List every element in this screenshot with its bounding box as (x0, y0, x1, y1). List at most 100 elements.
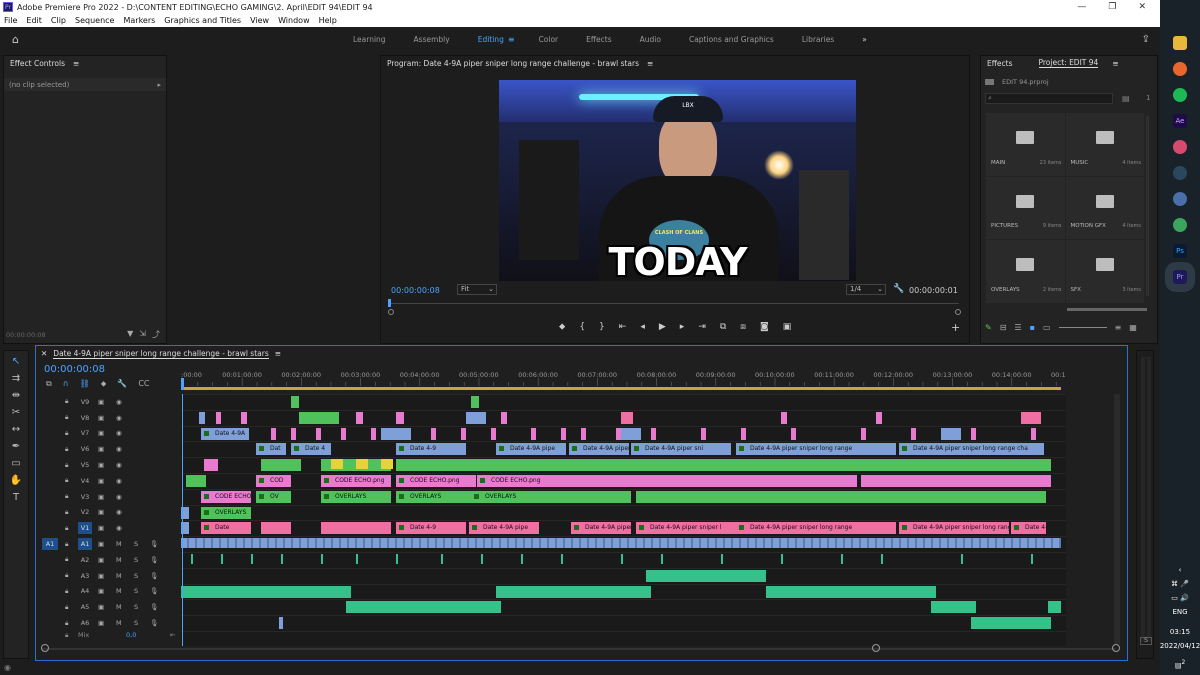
sync-lock-icon[interactable]: ▣ (98, 572, 104, 580)
sync-lock-icon[interactable]: ▣ (98, 445, 104, 453)
mic-icon[interactable]: 🎙︎ (150, 572, 158, 580)
sync-lock-icon[interactable]: ▣ (98, 587, 104, 595)
mic-icon[interactable]: 🎙︎ (150, 587, 158, 595)
clip[interactable]: CODE ECHO.png (396, 475, 476, 487)
extract-icon[interactable]: ⧈ (740, 322, 746, 332)
track-select-tool-icon[interactable]: ⇉ (12, 373, 20, 384)
sync-lock-icon[interactable]: ▣ (98, 524, 104, 532)
workspace-tab-effects[interactable]: Effects (572, 35, 626, 44)
audio-clip[interactable] (396, 554, 398, 564)
after-effects-icon[interactable]: Ae (1173, 114, 1187, 128)
type-tool-icon[interactable]: T (13, 492, 19, 503)
share-icon[interactable]: ⇪ (1142, 34, 1150, 45)
program-playhead[interactable] (388, 299, 391, 307)
clip[interactable]: OVERLAYS (201, 506, 251, 519)
chrome-canary-icon[interactable] (1173, 140, 1187, 154)
mix-value[interactable]: 0,0 (126, 631, 136, 639)
audio-clip[interactable] (321, 554, 323, 564)
audio-clip[interactable] (931, 601, 976, 614)
add-button-icon[interactable]: + (951, 321, 960, 334)
solo-button[interactable]: S (134, 619, 138, 627)
mark-in-icon[interactable]: { (579, 322, 585, 332)
clip[interactable]: Date 4-9A piper sniper l (636, 522, 736, 535)
eye-icon[interactable]: ◉ (116, 461, 122, 469)
mute-button[interactable]: M (116, 603, 122, 611)
clip[interactable]: OVERLAYS (396, 490, 471, 503)
lock-icon[interactable]: 🔒︎ (65, 508, 68, 517)
menu-window[interactable]: Window (278, 16, 310, 25)
chevron-up-icon[interactable]: ‹ (1179, 566, 1182, 574)
add-marker-icon[interactable]: ⬥ (101, 379, 107, 389)
track-area[interactable]: Date 4-9A Dat Date 4 Date 4-9 Date 4-9A pipe… (181, 394, 1066, 646)
sync-lock-icon[interactable]: ▣ (98, 493, 104, 501)
clip[interactable] (396, 459, 1051, 472)
timeline-zoom-handle-right[interactable] (1112, 644, 1120, 652)
workspace-tab-learning[interactable]: Learning (339, 35, 400, 44)
timeline-horizontal-scrollbar[interactable] (41, 648, 1116, 650)
clip[interactable] (461, 427, 466, 440)
project-search-input[interactable]: ⌕ (985, 93, 1113, 104)
clip[interactable]: CODE ECHO (201, 490, 251, 503)
language-indicator[interactable]: ENG (1172, 608, 1187, 616)
sync-lock-icon[interactable]: ▣ (98, 508, 104, 516)
program-playhead-timecode[interactable]: 00:00:00:08 (391, 286, 440, 295)
resolution-dropdown[interactable]: 1/4 ⌄ (846, 284, 886, 295)
clip[interactable]: Date 4-9 (1011, 522, 1046, 535)
captions-icon[interactable]: CC (138, 379, 149, 389)
clip[interactable] (371, 427, 376, 440)
clip[interactable] (1021, 411, 1041, 424)
clip[interactable] (431, 427, 436, 440)
sync-lock-icon[interactable]: ▣ (98, 414, 104, 422)
workspace-tab-audio[interactable]: Audio (626, 35, 675, 44)
clip[interactable] (466, 411, 486, 424)
bin-tile[interactable]: MAIN 23 items (986, 113, 1065, 176)
clip[interactable] (321, 522, 391, 535)
panel-menu-icon[interactable]: ≡ (275, 349, 281, 359)
project-vertical-scrollbar[interactable] (1146, 116, 1149, 296)
sync-lock-icon[interactable]: ▣ (98, 398, 104, 406)
track-target[interactable]: A5 (78, 601, 92, 613)
clip[interactable]: Dat (256, 443, 286, 456)
clip[interactable] (199, 411, 205, 424)
workspace-tab-color[interactable]: Color (525, 35, 573, 44)
lock-icon[interactable]: 🔒︎ (65, 476, 68, 485)
pen-tool-icon[interactable]: ✒ (12, 441, 20, 452)
clip[interactable] (186, 475, 206, 487)
lock-icon[interactable]: ⊟ (1000, 323, 1007, 332)
clip[interactable]: Date 4-9A piper sni (569, 443, 629, 456)
home-icon[interactable]: ⌂ (12, 33, 19, 46)
network-volume-icons[interactable]: ▭ 🔊 (1171, 594, 1189, 602)
track-target[interactable]: V8 (78, 412, 92, 424)
maximize-button[interactable]: ❐ (1108, 2, 1116, 12)
icon-view-icon[interactable]: ▪ (1030, 323, 1035, 332)
audio-clip[interactable] (279, 617, 283, 630)
clip[interactable] (341, 427, 346, 440)
timeline-vertical-scrollbar[interactable] (1114, 394, 1120, 644)
audio-clip[interactable] (646, 569, 766, 582)
comparison-view-icon[interactable]: ▣ (783, 322, 792, 332)
time-ruler[interactable]: :00:00 00:01:00:00 00:02:00:00 00:03:00:00 0… (181, 368, 1066, 392)
track-target[interactable]: V6 (78, 443, 92, 455)
chrome-icon[interactable] (1173, 218, 1187, 232)
clip[interactable]: Date 4-9A pipe (469, 522, 539, 535)
solo-button[interactable]: S (134, 572, 138, 580)
freeform-view-icon[interactable]: ▭ (1043, 323, 1051, 332)
zoom-handle-left[interactable] (388, 309, 394, 315)
bin-tile[interactable]: MUSIC 4 items (1065, 113, 1144, 176)
audio-clip[interactable] (881, 554, 883, 564)
clip[interactable] (501, 411, 507, 424)
bin-tile[interactable]: OVERLAYS 2 items (986, 240, 1065, 303)
audio-clip[interactable] (481, 554, 483, 564)
lock-icon[interactable]: 🔒︎ (65, 619, 68, 628)
menu-markers[interactable]: Markers (123, 16, 155, 25)
clip[interactable] (261, 459, 301, 472)
lock-icon[interactable]: 🔒︎ (65, 524, 68, 533)
clip[interactable]: Date 4-9 (396, 443, 466, 456)
clip[interactable] (241, 411, 247, 424)
clock-time[interactable]: 03:15 (1170, 628, 1190, 636)
mark-out-icon[interactable]: } (599, 322, 605, 332)
clip[interactable] (316, 427, 321, 440)
sync-lock-icon[interactable]: ▣ (98, 556, 104, 564)
mic-icon[interactable]: 🎙︎ (150, 556, 158, 564)
lock-icon[interactable]: 🔒︎ (65, 555, 68, 564)
